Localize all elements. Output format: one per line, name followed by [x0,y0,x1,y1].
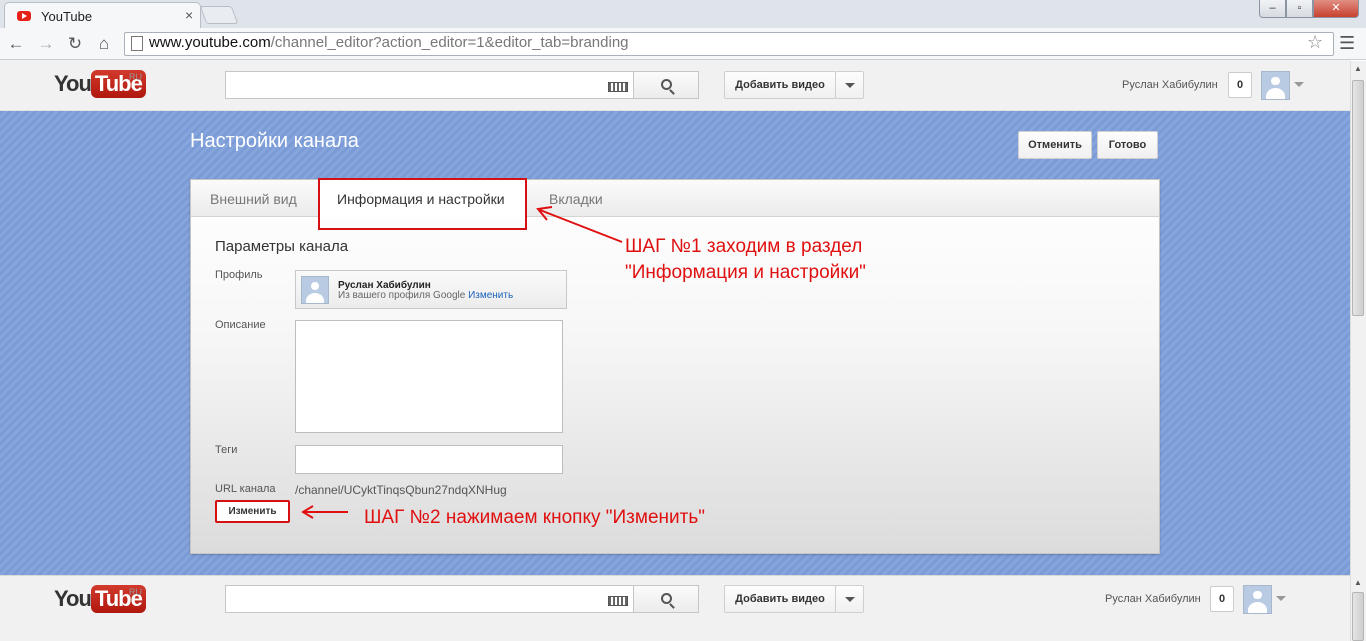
logo-region: RU [129,72,142,82]
logo-region-bottom: RU [129,587,142,597]
browser-tab-title: YouTube [41,9,93,24]
profile-avatar [301,276,329,304]
search-button-bottom[interactable] [633,585,699,613]
new-tab-button[interactable] [199,6,239,24]
account-dropdown-icon-bottom[interactable] [1276,596,1286,601]
window-close-button[interactable]: ✕ [1313,0,1359,18]
upload-dropdown-button-bottom[interactable] [835,585,864,613]
avatar[interactable] [1261,71,1290,100]
description-field[interactable] [295,320,563,433]
cancel-button[interactable]: Отменить [1018,131,1092,159]
keyboard-icon[interactable] [608,82,628,92]
search-input-bottom[interactable] [225,585,634,613]
window-minimize-button[interactable]: – [1259,0,1286,18]
avatar-bottom[interactable] [1243,585,1272,614]
done-button[interactable]: Готово [1097,131,1158,159]
change-url-button[interactable]: Изменить [215,500,290,523]
step2-arrow [301,505,348,519]
profile-change-link[interactable]: Изменить [468,290,513,301]
notifications-count-bottom[interactable]: 0 [1210,586,1234,612]
user-name-bottom[interactable]: Руслан Хабибулин [1105,593,1201,605]
upload-dropdown-button[interactable] [835,71,864,99]
step2-annotation: ШАГ №2 нажимаем кнопку "Изменить" [364,507,705,528]
reload-icon[interactable]: ↻ [65,34,85,54]
search-input[interactable] [225,71,634,99]
bookmark-star-icon[interactable]: ☆ [1307,32,1323,53]
profile-label: Профиль [215,269,263,281]
scrollbar-thumb[interactable] [1352,80,1364,316]
search-button[interactable] [633,71,699,99]
tab-close-icon[interactable]: × [185,7,193,23]
address-text[interactable]: www.youtube.com/channel_editor?action_ed… [149,34,629,51]
youtube-favicon-icon [17,11,31,21]
notifications-count[interactable]: 0 [1228,72,1252,98]
page-title: Настройки канала [190,130,359,152]
step1-annotation-line1: ШАГ №1 заходим в раздел [625,236,863,257]
chevron-down-icon [845,83,855,88]
window-maximize-button[interactable]: ▫ [1286,0,1313,18]
profile-source: Из вашего профиля Google Изменить [338,290,514,301]
tags-label: Теги [215,444,238,456]
account-dropdown-icon[interactable] [1294,82,1304,87]
tab-appearance[interactable]: Внешний вид [210,191,297,207]
step1-highlight-box [318,178,527,230]
forward-arrow-icon[interactable]: → [36,34,56,54]
tags-field[interactable] [295,445,563,474]
search-icon-bottom [661,593,672,604]
user-name[interactable]: Руслан Хабибулин [1122,79,1218,91]
page-icon [131,36,143,51]
channel-url-label: URL канала [215,483,276,495]
step1-arrow [536,206,623,243]
section-title: Параметры канала [215,238,349,255]
menu-icon[interactable]: ☰ [1339,33,1355,54]
search-icon [661,79,672,90]
step1-annotation-line2: "Информация и настройки" [625,262,866,283]
browser-tab[interactable]: YouTube × [4,2,201,28]
keyboard-icon-bottom[interactable] [608,596,628,606]
upload-video-button[interactable]: Добавить видео [724,71,836,99]
scroll-up-icon[interactable]: ▲ [1354,64,1362,73]
chevron-down-icon-bottom [845,597,855,602]
scrollbar-thumb-bottom[interactable] [1352,592,1364,641]
description-label: Описание [215,319,266,331]
home-icon[interactable]: ⌂ [94,34,114,54]
upload-video-button-bottom[interactable]: Добавить видео [724,585,836,613]
back-arrow-icon[interactable]: ← [6,34,26,54]
scroll-up-icon-bottom[interactable]: ▲ [1354,578,1362,587]
channel-url-value: /channel/UCyktTinqsQbun27ndqXNHug [295,483,507,497]
